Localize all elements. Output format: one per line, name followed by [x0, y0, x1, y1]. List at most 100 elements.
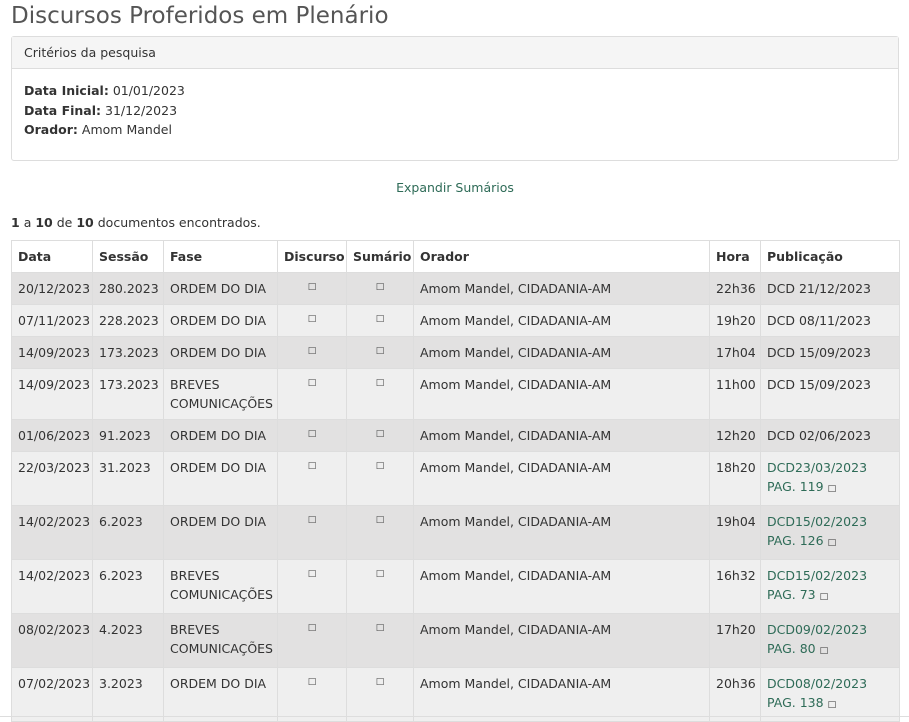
cell-publicacao: DCD 08/11/2023	[760, 304, 900, 337]
expand-row: Expandir Sumários	[11, 178, 899, 198]
file-icon[interactable]: □	[376, 313, 385, 325]
header-sessao[interactable]: Sessão	[92, 240, 164, 273]
publication-page: PAG. 119	[767, 479, 824, 494]
cell-fase: ORDEM DO DIA	[163, 419, 278, 452]
table-header-row: Data Sessão Fase Discurso Sumário Orador…	[11, 240, 900, 273]
cell-data: 22/03/2023	[11, 451, 93, 506]
cell-hora: 17h20	[709, 613, 761, 668]
end-date-value: 31/12/2023	[105, 102, 178, 118]
cell-sessao: 173.2023	[92, 336, 164, 369]
cell-fase: BREVES COMUNICAÇÕES	[163, 559, 278, 614]
publication-link[interactable]: DCD09/02/2023 PAG. 80 □	[767, 622, 867, 656]
cell-publicacao: DCD23/03/2023 PAG. 119 □	[760, 451, 900, 506]
start-date-value: 01/01/2023	[112, 83, 185, 98]
cell-sumario: □	[346, 336, 414, 369]
file-icon[interactable]: □	[376, 622, 385, 634]
table-row: 01/06/2023 91.2023 ORDEM DO DIA □ □ Amom Mand…	[11, 419, 900, 452]
criteria-end-date: Data Final: 31/12/2023	[24, 101, 886, 121]
cell-discurso: □	[277, 667, 347, 722]
cell-fase: ORDEM DO DIA	[163, 304, 278, 337]
header-data[interactable]: Data	[11, 240, 93, 273]
cell-sessao: 228.2023	[92, 304, 164, 337]
cell-discurso: □	[277, 336, 347, 369]
cell-orador: Amom Mandel, CIDADANIA-AM	[413, 613, 710, 668]
file-icon[interactable]: □	[308, 514, 317, 526]
header-hora[interactable]: Hora	[709, 240, 761, 273]
search-criteria-panel: Critérios da pesquisa Data Inicial: 01/0…	[11, 36, 899, 161]
expand-summaries-link[interactable]: Expandir Sumários	[396, 180, 514, 195]
results-suffix: documentos encontrados.	[97, 215, 261, 230]
cell-discurso: □	[277, 272, 347, 305]
results-a: a	[23, 215, 32, 230]
publication-text: DCD 08/11/2023	[767, 313, 871, 328]
publication-text: DCD 15/09/2023	[767, 345, 871, 360]
table-row: 07/02/2023 3.2023 ORDEM DO DIA □ □ Amom Mande…	[11, 667, 900, 722]
cell-discurso: □	[277, 613, 347, 668]
publication-text: DCD 02/06/2023	[767, 428, 871, 443]
external-link-icon: □	[827, 700, 837, 710]
file-icon[interactable]: □	[308, 377, 317, 389]
cell-sumario: □	[346, 505, 414, 560]
file-icon[interactable]: □	[308, 622, 317, 634]
cell-sessao: 6.2023	[92, 505, 164, 560]
cell-publicacao: DCD 02/06/2023	[760, 419, 900, 452]
cell-sumario: □	[346, 667, 414, 722]
file-icon[interactable]: □	[308, 428, 317, 440]
file-icon[interactable]: □	[376, 281, 385, 293]
file-icon[interactable]: □	[376, 428, 385, 440]
table-row: 07/11/2023 228.2023 ORDEM DO DIA □ □ Amom Man…	[11, 304, 900, 337]
publication-text: DCD08/02/2023	[767, 676, 868, 691]
external-link-icon: □	[819, 592, 829, 602]
cell-orador: Amom Mandel, CIDADANIA-AM	[413, 559, 710, 614]
file-icon[interactable]: □	[308, 281, 317, 293]
file-icon[interactable]: □	[308, 460, 317, 472]
file-icon[interactable]: □	[376, 460, 385, 472]
cell-data: 08/02/2023	[11, 613, 93, 668]
panel-body: Data Inicial: 01/01/2023 Data Final: 31/…	[12, 69, 898, 140]
table-row: 22/03/2023 31.2023 ORDEM DO DIA □ □ Amom Mand…	[11, 451, 900, 506]
cell-discurso: □	[277, 505, 347, 560]
cell-sumario: □	[346, 419, 414, 452]
criteria-speaker: Orador: Amom Mandel	[24, 120, 886, 140]
criteria-start-date: Data Inicial: 01/01/2023	[24, 81, 886, 101]
cell-fase: ORDEM DO DIA	[163, 272, 278, 305]
file-icon[interactable]: □	[376, 568, 385, 580]
header-sumario[interactable]: Sumário	[346, 240, 414, 273]
file-icon[interactable]: □	[376, 676, 385, 688]
file-icon[interactable]: □	[308, 676, 317, 688]
file-icon[interactable]: □	[376, 345, 385, 357]
publication-link[interactable]: DCD23/03/2023 PAG. 119 □	[767, 460, 867, 494]
publication-link[interactable]: DCD08/02/2023 PAG. 138 □	[767, 676, 867, 710]
cell-hora: 22h36	[709, 272, 761, 305]
publication-page: PAG. 80	[767, 641, 816, 656]
cell-data: 14/02/2023	[11, 559, 93, 614]
header-discurso[interactable]: Discurso	[277, 240, 347, 273]
start-date-label: Data Inicial:	[24, 83, 109, 98]
bottom-divider	[0, 716, 909, 717]
cell-orador: Amom Mandel, CIDADANIA-AM	[413, 368, 710, 420]
cell-sessao: 280.2023	[92, 272, 164, 305]
cell-fase: BREVES COMUNICAÇÕES	[163, 613, 278, 668]
header-publicacao[interactable]: Publicação	[760, 240, 900, 273]
cell-hora: 12h20	[709, 419, 761, 452]
cell-hora: 19h20	[709, 304, 761, 337]
publication-link[interactable]: DCD15/02/2023 PAG. 126 □	[767, 514, 867, 548]
cell-sumario: □	[346, 559, 414, 614]
table-row: 14/02/2023 6.2023 ORDEM DO DIA □ □ Amom Mande…	[11, 505, 900, 560]
publication-text: DCD23/03/2023	[767, 460, 868, 475]
speaker-value: Amom Mandel	[81, 122, 172, 137]
table-row: 14/09/2023 173.2023 ORDEM DO DIA □ □ Amom Man…	[11, 336, 900, 369]
file-icon[interactable]: □	[376, 377, 385, 389]
file-icon[interactable]: □	[308, 313, 317, 325]
file-icon[interactable]: □	[308, 345, 317, 357]
publication-page: PAG. 126	[767, 533, 824, 548]
header-orador[interactable]: Orador	[413, 240, 710, 273]
header-fase[interactable]: Fase	[163, 240, 278, 273]
cell-data: 14/09/2023	[11, 368, 93, 420]
cell-discurso: □	[277, 419, 347, 452]
file-icon[interactable]: □	[308, 568, 317, 580]
publication-link[interactable]: DCD15/02/2023 PAG. 73 □	[767, 568, 867, 602]
file-icon[interactable]: □	[376, 514, 385, 526]
speeches-table: Data Sessão Fase Discurso Sumário Orador…	[11, 240, 900, 722]
publication-text: DCD15/02/2023	[767, 568, 868, 583]
